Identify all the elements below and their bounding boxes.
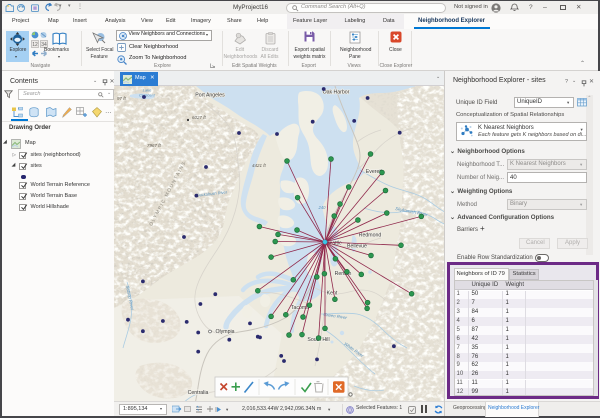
svg-text:240: 240 <box>318 205 327 210</box>
svg-text:Kent: Kent <box>327 291 338 297</box>
svg-text:4421 ft: 4421 ft <box>252 163 267 168</box>
svg-text:97 ft: 97 ft <box>117 96 127 101</box>
svg-text:Redmond: Redmond <box>359 233 382 239</box>
svg-text:12: 12 <box>32 42 38 48</box>
svg-text:6027 ft: 6027 ft <box>192 115 207 120</box>
svg-text:Port Angeles: Port Angeles <box>195 93 225 99</box>
svg-text:Olympia: Olympia <box>215 329 234 335</box>
svg-text:Oak Harbor: Oak Harbor <box>323 90 350 96</box>
svg-text:7967 ft: 7967 ft <box>147 143 162 148</box>
svg-text:Bellevue: Bellevue <box>347 244 367 250</box>
svg-text:Centralia: Centralia <box>188 390 209 396</box>
svg-text:Crescent: Crescent <box>139 93 156 98</box>
